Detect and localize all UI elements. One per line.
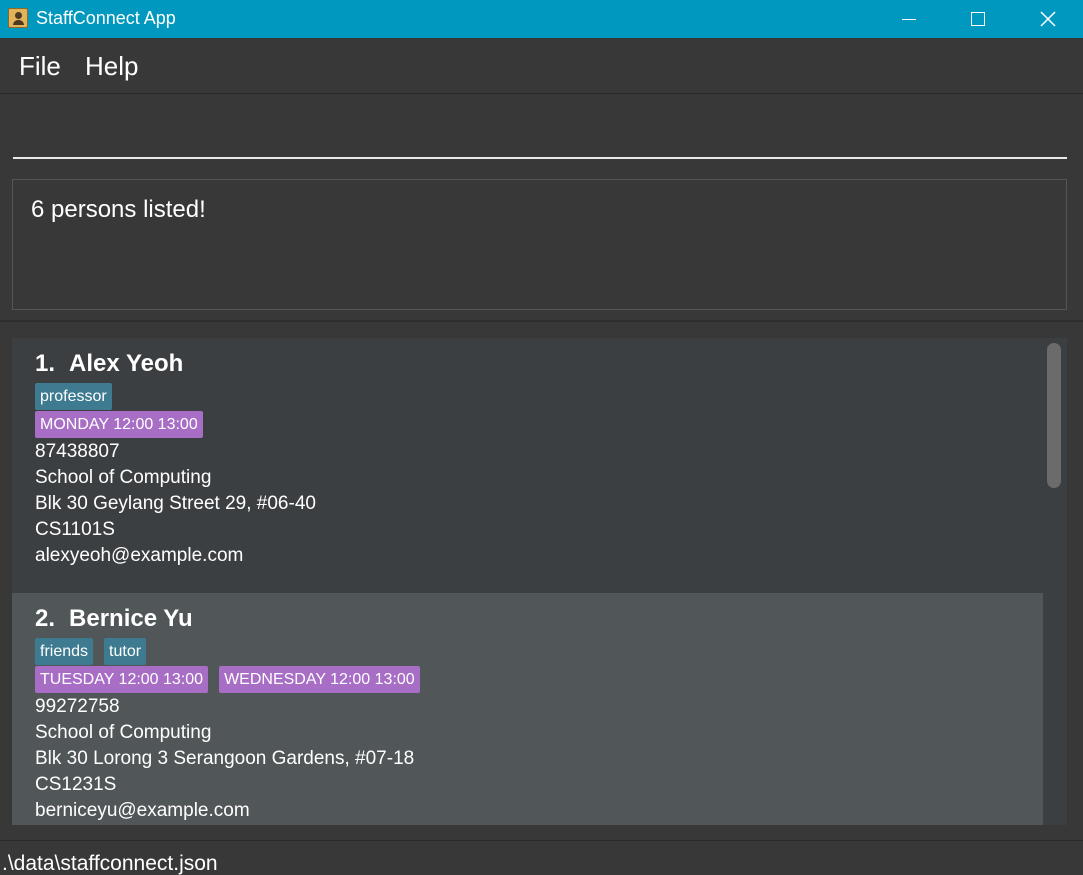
- close-icon: [1040, 11, 1056, 27]
- menu-bar: File Help: [0, 38, 1083, 94]
- menu-help[interactable]: Help: [85, 51, 138, 82]
- person-phone: 99272758: [35, 696, 120, 717]
- person-faculty: School of Computing: [35, 722, 212, 743]
- tag-row: professor: [35, 383, 112, 410]
- person-index: 2.: [35, 605, 56, 632]
- maximize-button[interactable]: [943, 0, 1013, 38]
- person-name-row: 1. Alex Yeoh: [35, 350, 183, 378]
- result-display: 6 persons listed!: [12, 179, 1067, 310]
- title-bar: StaffConnect App: [0, 0, 1083, 38]
- tag-badge: tutor: [104, 638, 147, 665]
- person-faculty: School of Computing: [35, 467, 212, 488]
- command-input[interactable]: [13, 109, 1067, 159]
- person-venue: Blk 30 Geylang Street 29, #06-40: [35, 493, 316, 514]
- person-name: Bernice Yu: [69, 605, 193, 632]
- close-button[interactable]: [1013, 0, 1083, 38]
- save-location: .\data\staffconnect.json: [2, 852, 218, 875]
- person-phone: 87438807: [35, 441, 120, 462]
- command-box: [0, 95, 1083, 172]
- tag-badge: friends: [35, 638, 94, 665]
- person-card[interactable]: 1. Alex Yeoh professor MONDAY 12:00 13:00…: [12, 338, 1043, 593]
- tag-row: friends tutor: [35, 638, 147, 665]
- person-module: CS1101S: [35, 519, 115, 540]
- maximize-icon: [971, 12, 985, 26]
- menu-file[interactable]: File: [19, 51, 61, 82]
- window-title: StaffConnect App: [36, 8, 176, 28]
- availability-row: MONDAY 12:00 13:00: [35, 411, 203, 438]
- minimize-icon: [902, 18, 916, 20]
- person-name: Alex Yeoh: [69, 350, 184, 377]
- person-name-row: 2. Bernice Yu: [35, 605, 193, 633]
- status-bar: .\data\staffconnect.json: [0, 840, 1083, 875]
- person-email: alexyeoh@example.com: [35, 545, 244, 566]
- tag-badge: professor: [35, 383, 112, 410]
- minimize-button[interactable]: [874, 0, 944, 38]
- result-text: 6 persons listed!: [31, 196, 206, 223]
- person-venue: Blk 30 Lorong 3 Serangoon Gardens, #07-1…: [35, 748, 415, 769]
- availability-badge: MONDAY 12:00 13:00: [35, 411, 203, 438]
- availability-row: TUESDAY 12:00 13:00 WEDNESDAY 12:00 13:0…: [35, 666, 420, 693]
- divider: [0, 320, 1083, 322]
- list-scrollbar[interactable]: [1043, 338, 1067, 825]
- availability-badge: TUESDAY 12:00 13:00: [35, 666, 209, 693]
- person-list[interactable]: 1. Alex Yeoh professor MONDAY 12:00 13:00…: [12, 338, 1043, 825]
- person-module: CS1231S: [35, 774, 117, 795]
- person-email: berniceyu@example.com: [35, 800, 250, 821]
- availability-badge: WEDNESDAY 12:00 13:00: [219, 666, 420, 693]
- person-index: 1.: [35, 350, 56, 377]
- contact-book-icon: [8, 8, 28, 28]
- scroll-thumb[interactable]: [1047, 343, 1061, 488]
- person-card[interactable]: 2. Bernice Yu friends tutor TUESDAY 12:00…: [12, 593, 1043, 825]
